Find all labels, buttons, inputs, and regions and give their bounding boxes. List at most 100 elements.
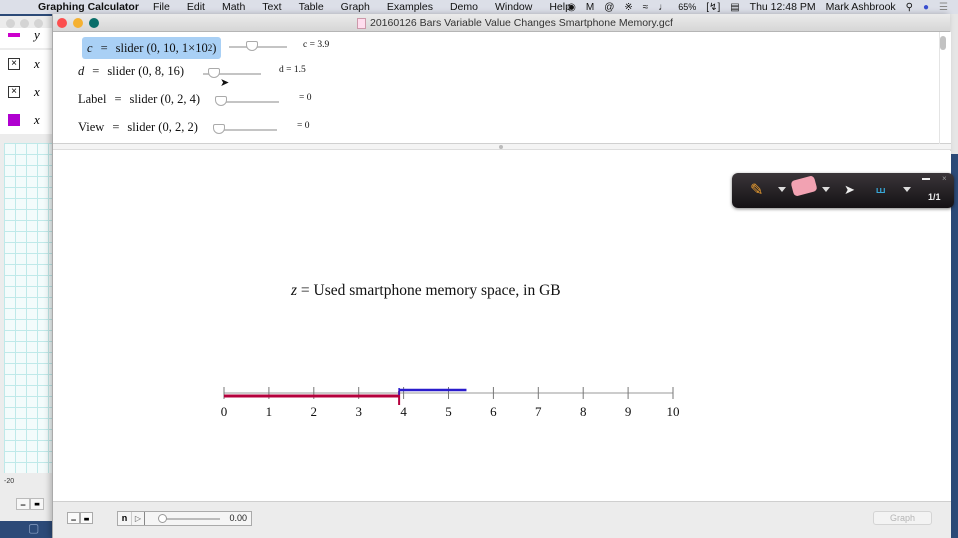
background-window[interactable]: y × x × x x -20 ▁ ▃ xyxy=(0,16,60,521)
zoom-out-button[interactable]: ▁ xyxy=(67,512,80,524)
back-graph-grid[interactable] xyxy=(4,143,54,473)
equation-row-c[interactable]: c = slider (0, 10, 1×10 2) xyxy=(82,37,222,59)
equation-row-label[interactable]: Label = slider (0, 2, 4) xyxy=(78,88,200,110)
slider-label-value: = 0 xyxy=(299,93,312,103)
menu-user[interactable]: Mark Ashbrook xyxy=(826,1,896,13)
pane-splitter[interactable] xyxy=(53,144,951,150)
tick-label: 3 xyxy=(355,404,362,419)
squeegee-clear-icon[interactable]: ⧢ xyxy=(876,177,885,198)
slider-label-thumb[interactable] xyxy=(215,96,227,106)
back-equation-row[interactable]: x xyxy=(0,106,60,134)
menu-math[interactable]: Math xyxy=(222,1,245,13)
slider-view-thumb[interactable] xyxy=(213,124,225,134)
siri-icon[interactable]: ● xyxy=(923,2,929,13)
unchecked-box-icon[interactable]: × xyxy=(8,86,20,98)
window-titlebar[interactable]: 20160126 Bars Variable Value Changes Sma… xyxy=(53,14,950,32)
close-button[interactable] xyxy=(57,18,67,28)
spotlight-search-icon[interactable]: ⚲ xyxy=(906,2,913,13)
menu-file[interactable]: File xyxy=(153,1,170,13)
volume-icon[interactable]: ♩ xyxy=(658,2,668,13)
purple-square-swatch-icon[interactable] xyxy=(8,114,20,126)
menu-examples[interactable]: Examples xyxy=(387,1,433,13)
tick-label: 4 xyxy=(400,404,407,419)
slider-c-track[interactable] xyxy=(229,46,287,48)
page-indicator: 1/1 xyxy=(928,192,941,202)
equals-sign: = xyxy=(92,63,100,78)
slider-view-value: = 0 xyxy=(297,121,310,131)
malwarebytes-icon[interactable]: M xyxy=(586,2,594,13)
menu-text[interactable]: Text xyxy=(262,1,281,13)
slider-c-thumb[interactable] xyxy=(245,41,258,51)
main-window: 20160126 Bars Variable Value Changes Sma… xyxy=(52,14,951,538)
equals-sign: = xyxy=(100,40,108,55)
pencil-dropdown-chevron-icon[interactable] xyxy=(778,187,786,192)
back-equation-var: x xyxy=(34,56,40,71)
display-icon[interactable]: ▤ xyxy=(730,2,739,13)
graph-button[interactable]: Graph xyxy=(873,511,932,525)
mouse-cursor-icon: ➤ xyxy=(220,77,230,89)
equation-rhs-end: ) xyxy=(212,40,217,55)
bluetooth-icon[interactable]: ※ xyxy=(624,2,632,13)
minimize-button[interactable] xyxy=(73,18,83,28)
equation-pane[interactable]: c = slider (0, 10, 1×10 2) c = 3.9 d = sl… xyxy=(53,32,951,144)
equation-row-view[interactable]: View = slider (0, 2, 2) xyxy=(78,116,198,138)
annotation-toolbar[interactable]: ✎ ➤ ⧢ × 1/1 xyxy=(732,173,954,208)
slider-d-thumb[interactable] xyxy=(207,68,220,78)
notification-center-icon[interactable]: ☰ xyxy=(939,2,948,13)
zoom-in-button[interactable]: ▃ xyxy=(80,512,93,524)
equation-lhs: View xyxy=(78,119,105,134)
ghost-icon[interactable]: ◉ xyxy=(567,2,576,13)
menu-demo[interactable]: Demo xyxy=(450,1,478,13)
splitter-grip-icon[interactable] xyxy=(499,145,503,149)
menu-table[interactable]: Table xyxy=(299,1,324,13)
back-equation-var: x xyxy=(34,112,40,127)
clear-dropdown-chevron-icon[interactable] xyxy=(903,187,911,192)
zoom-button[interactable] xyxy=(89,18,99,28)
equation-rhs: slider (0, 8, 16) xyxy=(107,63,185,78)
camera-icon: ▢ xyxy=(28,521,40,535)
back-close-button[interactable] xyxy=(6,19,15,28)
magenta-line-swatch-icon[interactable] xyxy=(8,33,20,37)
menu-window[interactable]: Window xyxy=(495,1,532,13)
eraser-icon[interactable] xyxy=(790,175,818,197)
traffic-lights xyxy=(57,18,99,28)
back-equation-row[interactable]: × x xyxy=(0,50,60,78)
slider-view-track[interactable] xyxy=(219,129,277,131)
pointer-icon[interactable]: ➤ xyxy=(844,182,855,198)
equation-scrollbar-thumb[interactable] xyxy=(940,36,946,50)
menu-graph[interactable]: Graph xyxy=(341,1,370,13)
window-title: 20160126 Bars Variable Value Changes Sma… xyxy=(370,17,673,29)
menu-edit[interactable]: Edit xyxy=(187,1,205,13)
battery-icon[interactable]: [↯] xyxy=(706,2,720,13)
back-minimize-button[interactable] xyxy=(20,19,29,28)
back-zoom-in-button[interactable]: ▃ xyxy=(30,498,44,510)
tick-label: 8 xyxy=(580,404,587,419)
back-zoom-out-button[interactable]: ▁ xyxy=(16,498,30,510)
equation-lhs: c xyxy=(87,40,93,55)
play-icon[interactable]: ▷ xyxy=(132,512,145,525)
toolbar-close-icon[interactable]: × xyxy=(942,174,947,183)
animation-slider-track[interactable] xyxy=(160,518,220,520)
equation-rhs: slider (0, 2, 2) xyxy=(127,119,198,134)
document-icon xyxy=(357,17,366,29)
wifi-icon[interactable]: ≈ xyxy=(643,2,649,13)
menu-clock[interactable]: Thu 12:48 PM xyxy=(750,1,816,13)
slider-label-track[interactable] xyxy=(221,101,279,103)
animation-slider-thumb[interactable] xyxy=(158,514,167,523)
battery-percent: 65% xyxy=(678,2,697,12)
equation-row-d[interactable]: d = slider (0, 8, 16) xyxy=(78,60,184,82)
tick-label: 1 xyxy=(266,404,273,419)
equals-sign: = xyxy=(114,91,122,106)
pencil-icon[interactable]: ✎ xyxy=(750,180,763,200)
back-equation-row[interactable]: × x xyxy=(0,78,60,106)
unchecked-box-icon[interactable]: × xyxy=(8,58,20,70)
animation-value: 0.00 xyxy=(229,513,247,523)
back-equation-row[interactable]: y xyxy=(0,27,60,48)
toolbar-minimize-icon[interactable] xyxy=(922,178,930,180)
menu-app-name[interactable]: Graphing Calculator xyxy=(38,1,139,13)
eraser-dropdown-chevron-icon[interactable] xyxy=(822,187,830,192)
tick-label: 7 xyxy=(535,404,542,419)
equation-rhs: slider (0, 2, 4) xyxy=(129,91,201,106)
animation-variable-button[interactable]: n xyxy=(118,512,132,525)
at-icon[interactable]: @ xyxy=(604,2,614,13)
